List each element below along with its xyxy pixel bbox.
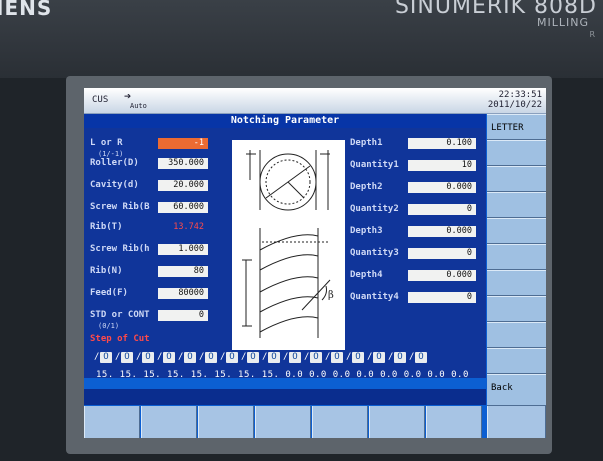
step-tool-icon[interactable]: O — [163, 352, 175, 363]
step-tool-icon[interactable]: O — [226, 352, 238, 363]
step-tool-icon[interactable]: O — [415, 352, 427, 363]
clock-time: 22:33:51 — [498, 90, 542, 100]
field-rib-t: 13.742 — [173, 222, 204, 232]
step-tool-icon[interactable]: O — [247, 352, 259, 363]
machine-sub-label: R — [589, 30, 595, 39]
softkey-v8[interactable] — [487, 296, 546, 322]
siemens-logo: IENS — [0, 0, 53, 20]
field-std-or-cont[interactable]: 0 — [158, 310, 208, 321]
step-tool-icon[interactable]: O — [289, 352, 301, 363]
softkey-h4[interactable] — [255, 406, 311, 438]
step-of-cut-label: Step of Cut — [90, 334, 150, 344]
field-depth2[interactable]: 0.000 — [408, 182, 476, 193]
softkey-h7[interactable] — [426, 406, 482, 438]
field-cavity[interactable]: 20.000 — [158, 180, 208, 191]
step-tool-icon[interactable]: O — [100, 352, 112, 363]
softkey-v2[interactable] — [487, 140, 546, 166]
step-tool-icon[interactable]: O — [352, 352, 364, 363]
status-bar: CUS ➔ Auto 22:33:51 2011/10/22 — [84, 88, 546, 114]
param-label-quantity1: Quantity1 — [350, 160, 399, 170]
field-depth1[interactable]: 0.100 — [408, 138, 476, 149]
field-quantity3[interactable]: 0 — [408, 248, 476, 259]
step-tool-icon[interactable]: O — [121, 352, 133, 363]
param-label-depth4: Depth4 — [350, 270, 383, 280]
softkey-h3[interactable] — [198, 406, 254, 438]
param-label-cavity: Cavity(d) — [90, 180, 139, 190]
softkey-h6[interactable] — [369, 406, 425, 438]
param-label-rib-n: Rib(N) — [90, 266, 123, 276]
param-label-rib-t: Rib(T) — [90, 222, 123, 232]
machine-type-label: MILLING — [537, 16, 589, 29]
param-label-depth3: Depth3 — [350, 226, 383, 236]
field-rib-n[interactable]: 80 — [158, 266, 208, 277]
beta-symbol: β — [328, 290, 334, 301]
hmi-screen: CUS ➔ Auto 22:33:51 2011/10/22 Notching … — [84, 88, 546, 438]
step-tool-icon[interactable]: O — [184, 352, 196, 363]
vertical-softkeys: LETTER Back — [487, 114, 546, 406]
param-label-quantity2: Quantity2 — [350, 204, 399, 214]
param-label-roller: Roller(D) — [90, 158, 139, 168]
step-values: 15. 15. 15. 15. 15. 15. 15. 15. 0.0 0.0 … — [96, 370, 469, 380]
clock: 22:33:51 2011/10/22 — [488, 90, 542, 110]
softkey-h5[interactable] — [312, 406, 368, 438]
param-hint-l-or-r: (1/-1) — [98, 150, 124, 158]
softkey-letter[interactable]: LETTER — [487, 114, 546, 140]
param-label-quantity4: Quantity4 — [350, 292, 399, 302]
field-depth3[interactable]: 0.000 — [408, 226, 476, 237]
softkey-v9[interactable] — [487, 322, 546, 348]
field-quantity2[interactable]: 0 — [408, 204, 476, 215]
mode-label: CUS — [92, 95, 109, 105]
param-label-depth1: Depth1 — [350, 138, 383, 148]
field-quantity4[interactable]: 0 — [408, 292, 476, 303]
roller-screw-diagram-svg — [242, 150, 331, 338]
softkey-v10[interactable] — [487, 348, 546, 374]
step-tool-icon[interactable]: O — [205, 352, 217, 363]
softkey-h2[interactable] — [141, 406, 197, 438]
field-l-or-r[interactable]: -1 — [158, 138, 208, 149]
param-label-feed: Feed(F) — [90, 288, 128, 298]
softkey-v3[interactable] — [487, 166, 546, 192]
softkey-v7[interactable] — [487, 270, 546, 296]
softkey-h8[interactable] — [487, 406, 546, 438]
parameter-panel: L or R (1/-1) -1 Roller(D) 350.000 Cavit… — [84, 128, 486, 378]
step-tool-icon[interactable]: O — [268, 352, 280, 363]
field-screw-rib-b[interactable]: 60.000 — [158, 202, 208, 213]
horizontal-softkeys — [84, 406, 546, 438]
softkey-v6[interactable] — [487, 244, 546, 270]
notching-diagram: β — [232, 140, 345, 350]
field-roller[interactable]: 350.000 — [158, 158, 208, 169]
softkey-v4[interactable] — [487, 192, 546, 218]
step-tool-icon[interactable]: O — [331, 352, 343, 363]
message-line — [84, 389, 486, 405]
softkey-back[interactable]: Back — [487, 374, 546, 406]
field-quantity1[interactable]: 10 — [408, 160, 476, 171]
step-tool-icon[interactable]: O — [373, 352, 385, 363]
param-label-l-or-r: L or R — [90, 138, 123, 148]
field-screw-rib-h[interactable]: 1.000 — [158, 244, 208, 255]
param-hint-std-or-cont: (0/1) — [98, 322, 120, 330]
param-label-std-or-cont: STD or CONT — [90, 310, 150, 320]
machine-bezel-top: IENS SINUMERIK 808D MILLING R — [0, 0, 603, 78]
step-icon-row: / O / O / O / O / O / O / O / O / O / O / O / O / O / O / O / O — [94, 352, 474, 364]
clock-date: 2011/10/22 — [487, 100, 542, 110]
auto-arrow-icon: ➔ — [124, 89, 132, 103]
step-tool-icon[interactable]: O — [394, 352, 406, 363]
param-label-depth2: Depth2 — [350, 182, 383, 192]
step-tool-icon[interactable]: O — [310, 352, 322, 363]
step-tool-icon[interactable]: O — [142, 352, 154, 363]
param-label-quantity3: Quantity3 — [350, 248, 399, 258]
param-label-screw-rib-h: Screw Rib(h — [90, 244, 150, 254]
softkey-h1[interactable] — [84, 406, 140, 438]
softkey-v5[interactable] — [487, 218, 546, 244]
param-label-screw-rib-b: Screw Rib(B — [90, 202, 150, 212]
field-depth4[interactable]: 0.000 — [408, 270, 476, 281]
dialog-title: Notching Parameter — [84, 114, 486, 128]
field-feed[interactable]: 80000 — [158, 288, 208, 299]
auto-mode-label: Auto — [130, 102, 147, 110]
